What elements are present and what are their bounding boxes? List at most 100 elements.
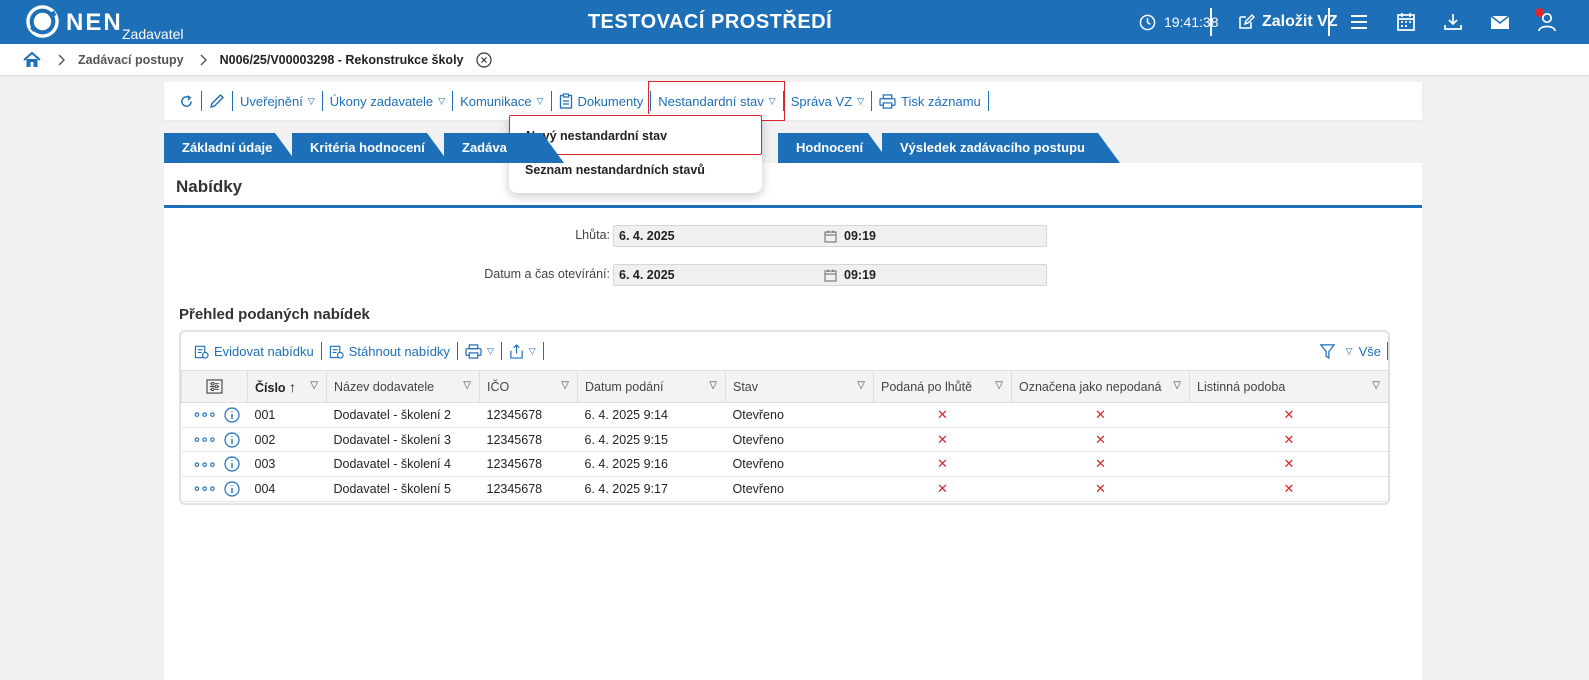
- table-row[interactable]: ∘∘∘ 002 Dodavatel - školení 3 12345678 6…: [181, 427, 1389, 453]
- download-offers-button[interactable]: Stáhnout nabídky: [322, 342, 458, 360]
- cell-number: 001: [247, 402, 327, 428]
- triangle-down-icon: ▽: [857, 95, 865, 106]
- cell-number: 002: [247, 427, 327, 453]
- cell-late-cross-icon: ✕: [873, 476, 1012, 502]
- column-header-label: Podaná po lhůtě: [881, 379, 973, 394]
- info-icon[interactable]: [224, 456, 240, 472]
- management-label: Správa VZ: [790, 93, 853, 109]
- cell-not-submitted-cross-icon: ✕: [1011, 427, 1190, 453]
- filter-icon[interactable]: [1319, 343, 1336, 360]
- cell-submitted: 6. 4. 2025 9:15: [577, 427, 726, 453]
- chevron-right-icon: [200, 54, 207, 65]
- download-doc-icon: [329, 345, 344, 359]
- topbar-separator: [1210, 8, 1212, 36]
- more-options-icon[interactable]: ∘∘∘: [193, 456, 217, 473]
- cell-paper-cross-icon: ✕: [1189, 427, 1389, 453]
- table-row[interactable]: ∘∘∘ 001 Dodavatel - školení 2 12345678 6…: [181, 402, 1389, 428]
- close-icon[interactable]: [475, 51, 492, 68]
- filter-all-label: Vše: [1358, 343, 1381, 359]
- triangle-down-icon: ▽: [857, 380, 865, 391]
- home-icon[interactable]: [22, 50, 42, 70]
- triangle-down-icon: ▽: [307, 95, 315, 106]
- user-icon[interactable]: [1536, 11, 1558, 33]
- column-settings-header[interactable]: [181, 370, 248, 403]
- nonstandard-label: Nestandardní stav: [658, 93, 764, 109]
- opening-label: Datum a čas otevírání:: [484, 267, 610, 281]
- documents-label: Dokumenty: [577, 93, 644, 109]
- mail-icon[interactable]: [1489, 11, 1511, 33]
- refresh-button[interactable]: [172, 91, 202, 111]
- clipboard-icon: [559, 93, 572, 109]
- download-offers-label: Stáhnout nabídky: [348, 343, 450, 359]
- cell-submitted: 6. 4. 2025 9:17: [577, 476, 726, 502]
- triangle-down-icon: ▽: [561, 380, 569, 391]
- cell-number: 003: [247, 451, 327, 478]
- column-header-label: Číslo: [255, 380, 286, 395]
- grid-print-menu[interactable]: ▽: [458, 342, 502, 360]
- opening-field: 6. 4. 2025 09:19: [613, 264, 1047, 286]
- column-header-supplier[interactable]: Název dodavatele ▽: [326, 370, 480, 403]
- column-header-label: Listinná podoba: [1197, 379, 1286, 394]
- cell-supplier: Dodavatel - školení 5: [326, 476, 480, 502]
- cell-supplier: Dodavatel - školení 4: [326, 451, 480, 478]
- grid-export-menu[interactable]: ▽: [502, 342, 544, 360]
- column-header-paper[interactable]: Listinná podoba ▽: [1189, 370, 1389, 403]
- settings-sliders-icon: [206, 379, 223, 394]
- more-options-icon[interactable]: ∘∘∘: [193, 431, 217, 448]
- edit-button[interactable]: [202, 91, 233, 111]
- print-label: Tisk záznamu: [901, 93, 981, 109]
- printer-icon: [879, 93, 896, 109]
- cell-submitted: 6. 4. 2025 9:14: [577, 402, 726, 428]
- acts-menu[interactable]: Úkony zadavatele ▽: [323, 91, 454, 111]
- breadcrumb-item[interactable]: Zadávací postupy: [78, 53, 184, 67]
- table-row[interactable]: ∘∘∘ 003 Dodavatel - školení 4 12345678 6…: [181, 451, 1389, 478]
- communication-menu[interactable]: Komunikace ▽: [453, 91, 552, 111]
- title-divider: [164, 205, 1422, 208]
- tab-evaluation-criteria[interactable]: Kritéria hodnocení: [292, 133, 449, 163]
- triangle-down-icon: ▽: [486, 345, 494, 356]
- column-header-ico[interactable]: IČO ▽: [479, 370, 578, 403]
- opening-date: 6. 4. 2025: [619, 268, 675, 282]
- info-icon[interactable]: [224, 481, 240, 497]
- grid-filter-area: ▽ Vše: [1319, 342, 1388, 360]
- more-options-icon[interactable]: ∘∘∘: [193, 480, 217, 497]
- column-header-number[interactable]: Číslo ↑ ▽: [247, 370, 327, 403]
- print-record-button[interactable]: Tisk záznamu: [872, 91, 989, 111]
- more-options-icon[interactable]: ∘∘∘: [193, 406, 217, 423]
- column-header-status[interactable]: Stav ▽: [725, 370, 874, 403]
- info-icon[interactable]: [224, 431, 240, 448]
- tab-evaluation[interactable]: Hodnocení: [778, 133, 890, 163]
- create-vz-button[interactable]: Založit VZ: [1237, 0, 1338, 44]
- info-icon[interactable]: [224, 407, 240, 423]
- register-offer-button[interactable]: Evidovat nabídku: [187, 342, 322, 360]
- refresh-icon: [181, 94, 192, 107]
- tab-procedure-result[interactable]: Výsledek zadávacího postupu: [882, 133, 1120, 163]
- column-header-submitted[interactable]: Datum podání ▽: [577, 370, 726, 403]
- download-icon[interactable]: [1442, 11, 1464, 33]
- filter-all-button[interactable]: ▽ Vše: [1346, 342, 1388, 360]
- calendar-icon[interactable]: [1395, 11, 1417, 33]
- column-header-not-submitted[interactable]: Označena jako nepodaná ▽: [1011, 370, 1190, 403]
- nonstandard-menu[interactable]: Nestandardní stav ▽: [648, 81, 786, 121]
- column-header-label: Datum podání: [585, 379, 664, 394]
- acts-label: Úkony zadavatele: [329, 93, 434, 109]
- triangle-down-icon: ▽: [1345, 345, 1353, 356]
- register-offer-label: Evidovat nabídku: [214, 343, 314, 359]
- table-row[interactable]: ∘∘∘ 004 Dodavatel - školení 5 12345678 6…: [181, 476, 1389, 502]
- deadline-row: Lhůta: 6. 4. 2025 09:19: [164, 225, 1422, 247]
- cell-ico: 12345678: [479, 476, 578, 502]
- column-header-late[interactable]: Podaná po lhůtě ▽: [873, 370, 1012, 403]
- management-menu[interactable]: Správa VZ ▽: [784, 91, 873, 111]
- documents-button[interactable]: Dokumenty: [552, 91, 652, 111]
- triangle-down-icon: ▽: [310, 380, 318, 391]
- cell-status: Otevřeno: [725, 451, 874, 478]
- offers-table: Číslo ↑ ▽ Název dodavatele ▽ IČO ▽ Datum po…: [181, 370, 1389, 502]
- tab-basic-info[interactable]: Základní údaje: [164, 133, 297, 163]
- triangle-down-icon: ▽: [536, 95, 544, 106]
- publication-menu[interactable]: Uveřejnění ▽: [233, 91, 323, 111]
- session-clock: 19:41:38: [1139, 0, 1219, 44]
- column-header-label: Označena jako nepodaná: [1019, 379, 1162, 394]
- edit-icon: [1239, 13, 1255, 29]
- triangle-down-icon: ▽: [528, 345, 536, 356]
- menu-icon[interactable]: [1348, 11, 1370, 33]
